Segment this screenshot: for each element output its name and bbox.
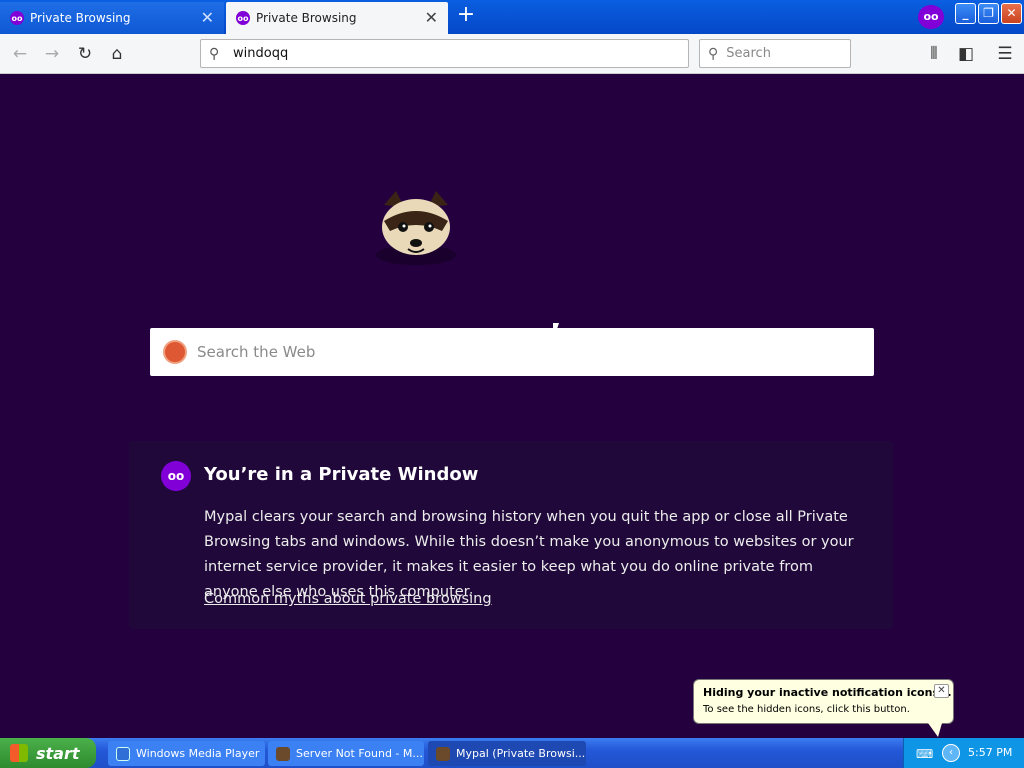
private-browsing-page: Search the Web oo You’re in a Private Wi… — [0, 75, 1024, 738]
task-label: Server Not Found - M... — [296, 747, 423, 760]
balloon-tail — [928, 723, 942, 737]
taskbar: start Windows Media Player Server Not Fo… — [0, 738, 1024, 768]
tab-label: Private Browsing — [256, 11, 357, 25]
private-mask-icon: oo — [10, 11, 24, 25]
new-tab-button[interactable]: + — [454, 4, 478, 28]
notification-balloon[interactable]: Hiding your inactive notification icons.… — [693, 679, 954, 724]
raccoon-logo-icon — [376, 191, 456, 265]
start-button[interactable]: start — [0, 738, 96, 768]
private-mask-icon: oo — [161, 461, 191, 491]
raccoon-icon — [276, 746, 290, 761]
system-tray: ⌨ ‹ 5:57 PM — [903, 738, 1024, 768]
web-search-input[interactable]: Search the Web — [150, 328, 874, 376]
start-label: start — [36, 743, 80, 763]
tab-private-browsing-1[interactable]: oo Private Browsing ✕ — [0, 2, 224, 34]
search-input[interactable]: ⚲ Search — [699, 39, 851, 68]
tab-label: Private Browsing — [30, 11, 131, 25]
task-label: Windows Media Player — [136, 747, 260, 760]
window-close-button[interactable]: ✕ — [1001, 3, 1022, 24]
home-button[interactable]: ⌂ — [105, 42, 129, 66]
private-mask-icon: oo — [236, 11, 250, 25]
taskbar-item-server-not-found[interactable]: Server Not Found - M... — [268, 741, 424, 766]
web-search-placeholder: Search the Web — [197, 343, 316, 361]
minimize-button[interactable]: _ — [955, 3, 976, 24]
taskbar-item-mypal[interactable]: Mypal (Private Browsi... — [428, 741, 586, 766]
library-button[interactable]: ⫴ — [922, 42, 946, 66]
search-icon: ⚲ — [209, 45, 220, 62]
private-window-description: Mypal clears your search and browsing hi… — [204, 509, 854, 600]
nav-toolbar: ← → ↻ ⌂ ⚲ windoqq ⚲ Search ⫴ ◧ ☰ — [0, 34, 1024, 74]
url-value: windoqq — [233, 46, 289, 61]
tab-private-browsing-2[interactable]: oo Private Browsing ✕ — [226, 2, 448, 34]
taskbar-item-media-player[interactable]: Windows Media Player — [108, 741, 265, 766]
keyboard-icon[interactable]: ⌨ — [916, 747, 933, 761]
private-window-title: You’re in a Private Window — [204, 464, 479, 485]
search-placeholder: Search — [726, 46, 771, 61]
mouse-cursor-icon — [553, 323, 565, 341]
close-icon[interactable]: ✕ — [201, 10, 214, 26]
url-bar[interactable]: ⚲ windoqq — [200, 39, 689, 68]
search-icon: ⚲ — [708, 45, 719, 62]
close-icon[interactable]: ✕ — [425, 10, 438, 26]
task-label: Mypal (Private Browsi... — [456, 747, 586, 760]
reload-button[interactable]: ↻ — [73, 42, 97, 66]
media-player-icon — [116, 746, 130, 761]
private-window-info-card: oo You’re in a Private Window Mypal clea… — [129, 441, 893, 629]
balloon-title: Hiding your inactive notification icons.… — [703, 686, 952, 699]
sidebar-button[interactable]: ◧ — [954, 42, 978, 66]
balloon-text: To see the hidden icons, click this butt… — [703, 704, 910, 715]
duckduckgo-icon — [163, 340, 187, 364]
clock: 5:57 PM — [968, 746, 1013, 759]
raccoon-icon — [436, 746, 450, 761]
private-browsing-indicator-icon: oo — [918, 5, 944, 29]
balloon-close-button[interactable]: ✕ — [934, 684, 949, 698]
show-hidden-icons-button[interactable]: ‹ — [942, 744, 960, 762]
restore-button[interactable]: ❐ — [978, 3, 999, 24]
menu-button[interactable]: ☰ — [993, 42, 1017, 66]
windows-logo-icon — [10, 744, 28, 762]
private-browsing-myths-link[interactable]: Common myths about private browsing — [204, 591, 492, 607]
forward-button[interactable]: → — [40, 42, 64, 66]
back-button[interactable]: ← — [8, 42, 32, 66]
title-bar: oo Private Browsing ✕ oo Private Browsin… — [0, 0, 1024, 34]
